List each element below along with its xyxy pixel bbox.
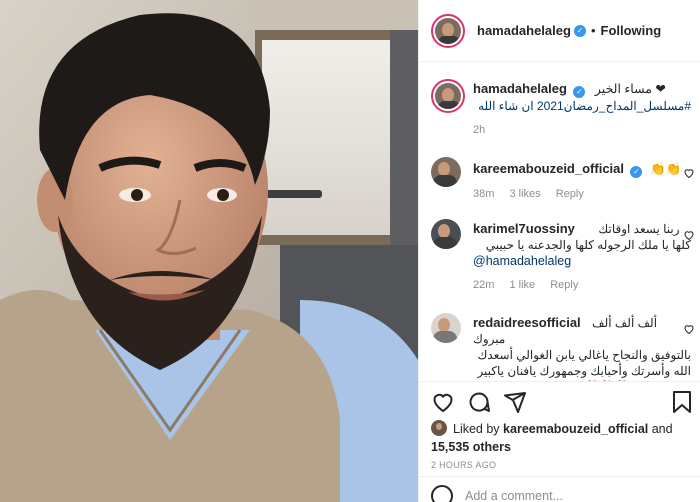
comment-likes[interactable]: 3 likes [509, 188, 540, 200]
comment-like-icon[interactable] [683, 229, 695, 241]
post-actions: Liked by kareemabouzeid_official and 15,… [419, 381, 700, 502]
comment-line: kareemabouzeid_official ✓ 👏👏 [473, 161, 691, 178]
comment-likes[interactable]: 1 like [509, 279, 535, 291]
caption-text-1: مساء الخير ❤ [594, 82, 666, 96]
caption-line-1: hamadahelaleg ✓ مساء الخير ❤ [473, 81, 691, 98]
comments-list[interactable]: hamadahelaleg ✓ مساء الخير ❤ #مسلسل_المد… [419, 63, 700, 381]
post-timestamp[interactable]: 2 HOURS AGO [431, 460, 496, 470]
comment-username[interactable]: redaidreesofficial [473, 315, 581, 330]
post-header: hamadahelaleg ✓ • Following [419, 0, 700, 62]
caption-username[interactable]: hamadahelaleg [473, 81, 567, 96]
verified-badge-icon: ✓ [630, 166, 643, 178]
caption-avatar[interactable] [431, 79, 465, 113]
commenter-avatar[interactable] [431, 313, 461, 343]
post-photo[interactable] [0, 0, 418, 502]
liked-by-and: and [651, 422, 673, 436]
comment-text-2: كلها يا ملك الرجوله كلها والجدعنه يا حبي… [485, 238, 691, 252]
author-avatar[interactable] [431, 13, 465, 48]
share-icon[interactable] [503, 390, 527, 414]
comment-like-icon[interactable] [683, 323, 695, 335]
liker-avatar[interactable] [431, 420, 447, 436]
comment-meta: 38m 3 likes Reply [473, 188, 691, 200]
comment-text-3: الله وأسرتك وأحبابك وجمهورك يافنان ياكبي… [477, 364, 691, 378]
liker-username[interactable]: kareemabouzeid_official [503, 422, 648, 436]
action-icons [431, 390, 691, 416]
likes-count[interactable]: 15,535 others [431, 440, 511, 454]
header-info: hamadahelaleg ✓ • Following [477, 23, 661, 38]
comment-username[interactable]: kareemabouzeid_official [473, 161, 624, 176]
verified-badge-icon: ✓ [573, 24, 586, 37]
comment-line: karimel7uossiny ربنا يسعد اوقاتك [473, 221, 691, 237]
emoji-icon[interactable] [431, 485, 453, 502]
separator-dot: • [590, 23, 596, 38]
caption-hashtag[interactable]: #مسلسل_المداح_رمضان2021 ان شاء الله [473, 98, 691, 114]
comment-line: redaidreesofficial ألف ألف ألف مبروك [473, 315, 691, 347]
following-button[interactable]: Following [601, 23, 662, 38]
bookmark-icon[interactable] [671, 390, 693, 414]
comment-text-2: بالتوفيق والنجاح ياغالي يابن الغوالي أسع… [477, 348, 691, 362]
comment-like-icon[interactable] [683, 167, 695, 179]
comment-time[interactable]: 38m [473, 188, 494, 200]
comment-username[interactable]: karimel7uossiny [473, 221, 575, 236]
heart-icon[interactable] [431, 390, 455, 414]
verified-badge-icon: ✓ [573, 86, 586, 98]
comment-text: 👏👏 [649, 162, 682, 176]
author-username[interactable]: hamadahelaleg [477, 23, 571, 38]
liked-by-prefix: Liked by [453, 422, 500, 436]
comment-meta: 22m 1 like Reply [473, 279, 691, 291]
add-comment-input[interactable]: Add a comment... [465, 489, 563, 502]
likes-summary: Liked by kareemabouzeid_official and 15,… [431, 420, 689, 456]
reply-button[interactable]: Reply [550, 279, 578, 291]
commenter-avatar[interactable] [431, 219, 461, 249]
comment-text-1: ربنا يسعد اوقاتك [598, 222, 680, 236]
comment-mention[interactable]: @hamadahelaleg [473, 253, 691, 269]
comment-time[interactable]: 22m [473, 279, 494, 291]
comment-icon[interactable] [467, 390, 491, 414]
commenter-avatar[interactable] [431, 157, 461, 187]
reply-button[interactable]: Reply [556, 188, 584, 200]
caption-time[interactable]: 2h [473, 124, 485, 136]
add-comment-bar: Add a comment... [419, 476, 700, 502]
post-detail-panel: hamadahelaleg ✓ • Following hamadahelale… [418, 0, 700, 502]
caption-meta: 2h [473, 124, 691, 136]
